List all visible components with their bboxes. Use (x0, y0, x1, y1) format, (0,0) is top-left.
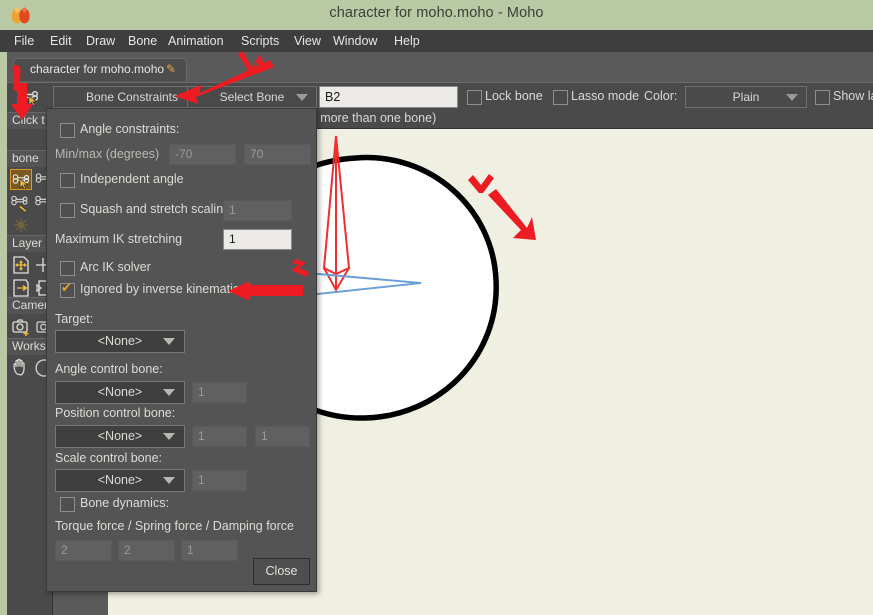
position-control-label: Position control bone: (55, 406, 176, 420)
position-control-dropdown[interactable]: <None> (55, 425, 185, 448)
bone-translate-tool-icon (11, 195, 28, 213)
scale-control-label: Scale control bone: (55, 451, 163, 465)
menu-item-edit[interactable]: Edit (50, 34, 72, 48)
bone-constraints-dialog: Angle constraints: Min/max (degrees) -70… (46, 108, 317, 592)
sidebar-tool-bone-select[interactable] (10, 169, 32, 190)
angle-max-input[interactable]: 70 (244, 144, 311, 165)
color-label: Color: (644, 89, 678, 103)
squash-stretch-label: Squash and stretch scaling (80, 202, 231, 216)
damping-force-value: 1 (187, 543, 194, 557)
camera-track-tool-icon (12, 319, 29, 336)
sidebar-tool-pan[interactable] (10, 357, 32, 378)
angle-min-value: -70 (175, 147, 193, 161)
angle-max-value: 70 (250, 147, 264, 161)
bone-select-tool-icon (12, 174, 30, 190)
document-tab[interactable]: character for moho.moho ✎ (13, 58, 187, 81)
pan-tool-icon (13, 358, 25, 376)
max-ik-stretching-label: Maximum IK stretching (55, 232, 183, 246)
menu-item-bone[interactable]: Bone (128, 34, 157, 48)
scale-control-scalar-value: 1 (198, 473, 205, 487)
position-control-scalar-y-input[interactable]: 1 (255, 426, 310, 447)
independent-angle-checkbox[interactable] (60, 173, 75, 188)
torque-force-value: 2 (61, 543, 68, 557)
chevron-down-icon (163, 338, 175, 345)
squash-stretch-value: 1 (229, 203, 236, 217)
menu-item-window[interactable]: Window (333, 34, 377, 48)
show-labels-checkbox[interactable] (815, 90, 830, 105)
menu-item-help[interactable]: Help (394, 34, 420, 48)
scale-control-scalar-input[interactable]: 1 (192, 470, 247, 491)
max-ik-stretching-input[interactable]: 1 (223, 229, 292, 250)
arc-ik-solver-label: Arc IK solver (80, 260, 151, 274)
pencil-icon: ✎ (166, 62, 177, 76)
scale-control-dropdown[interactable]: <None> (55, 469, 185, 492)
lasso-mode-checkbox[interactable] (553, 90, 568, 105)
ignored-by-ik-label: Ignored by inverse kinematics (80, 282, 246, 296)
chevron-down-icon (163, 433, 175, 440)
target-label: Target: (55, 312, 94, 326)
tool-options-bar: Bone Constraints Select Bone B2 Lock bon… (7, 82, 873, 110)
spring-force-input[interactable]: 2 (118, 540, 175, 561)
torque-force-input[interactable]: 2 (55, 540, 112, 561)
bone-dynamics-checkbox[interactable] (60, 497, 75, 512)
angle-control-scalar-value: 1 (198, 385, 205, 399)
sidebar-tool-layer-move[interactable] (10, 254, 32, 275)
document-tab-label: character for moho.moho (30, 62, 165, 76)
menu-bar: File Edit Draw Bone Animation Scripts Vi… (0, 30, 873, 53)
position-control-scalar-x-value: 1 (198, 429, 205, 443)
arc-ik-solver-checkbox[interactable] (60, 261, 75, 276)
chevron-down-icon (163, 389, 175, 396)
bone-dynamics-label: Bone dynamics: (80, 496, 169, 510)
menu-item-draw[interactable]: Draw (86, 34, 115, 48)
lock-bone-checkbox[interactable] (467, 90, 482, 105)
chevron-down-icon (786, 94, 798, 101)
spring-force-value: 2 (124, 543, 131, 557)
window-left-edge (0, 52, 7, 615)
lock-bone-label: Lock bone (485, 89, 543, 103)
angle-min-input[interactable]: -70 (169, 144, 236, 165)
sidebar-tool-camera-track[interactable] (10, 316, 32, 337)
layer-scale-tool-icon (13, 279, 29, 297)
squash-stretch-checkbox[interactable] (60, 203, 75, 218)
layer-move-tool-icon (13, 256, 29, 274)
chevron-down-icon (296, 94, 308, 101)
bone-name-value: B2 (325, 90, 341, 104)
sidebar-tool-bone-translate[interactable] (10, 192, 32, 213)
ignored-by-ik-checkbox[interactable] (60, 281, 75, 298)
forces-label: Torque force / Spring force / Damping fo… (55, 519, 295, 533)
menu-item-file[interactable]: File (14, 34, 34, 48)
angle-constraints-checkbox[interactable] (60, 123, 75, 138)
menu-item-view[interactable]: View (294, 34, 321, 48)
select-bone-dropdown[interactable]: Select Bone (187, 86, 317, 108)
angle-control-dropdown[interactable]: <None> (55, 381, 185, 404)
angle-control-label: Angle control bone: (55, 362, 163, 376)
angle-constraints-label: Angle constraints: (80, 122, 180, 136)
target-dropdown[interactable]: <None> (55, 330, 185, 353)
position-control-scalar-x-input[interactable]: 1 (192, 426, 247, 447)
angle-control-scalar-input[interactable]: 1 (192, 382, 247, 403)
minmax-label: Min/max (degrees) (55, 147, 160, 161)
sidebar-tool-layer-scale[interactable] (10, 277, 32, 298)
bone-tool-icon[interactable] (17, 86, 45, 106)
bone-dynamics-tool-icon (14, 218, 28, 232)
chevron-down-icon (163, 477, 175, 484)
moho-application-window: character for moho.moho - Moho File Edit… (0, 0, 873, 615)
lasso-mode-label: Lasso mode (571, 89, 640, 103)
status-message: ct more than one bone) (307, 111, 437, 125)
menu-item-scripts[interactable]: Scripts (241, 34, 279, 48)
close-button[interactable]: Close (253, 558, 310, 585)
position-control-scalar-y-value: 1 (261, 429, 268, 443)
bone-name-input[interactable]: B2 (319, 86, 458, 108)
show-labels-label: Show lab (833, 89, 873, 103)
menu-item-animation[interactable]: Animation (168, 34, 224, 48)
window-title: character for moho.moho - Moho (329, 5, 544, 21)
color-style-dropdown[interactable]: Plain (685, 86, 807, 108)
sidebar-tool-bone-dynamics[interactable] (10, 215, 32, 236)
max-ik-stretching-value: 1 (229, 232, 236, 246)
squash-stretch-input[interactable]: 1 (223, 200, 292, 221)
damping-force-input[interactable]: 1 (181, 540, 238, 561)
independent-angle-label: Independent angle (80, 172, 184, 186)
title-bar: character for moho.moho - Moho (0, 0, 873, 30)
